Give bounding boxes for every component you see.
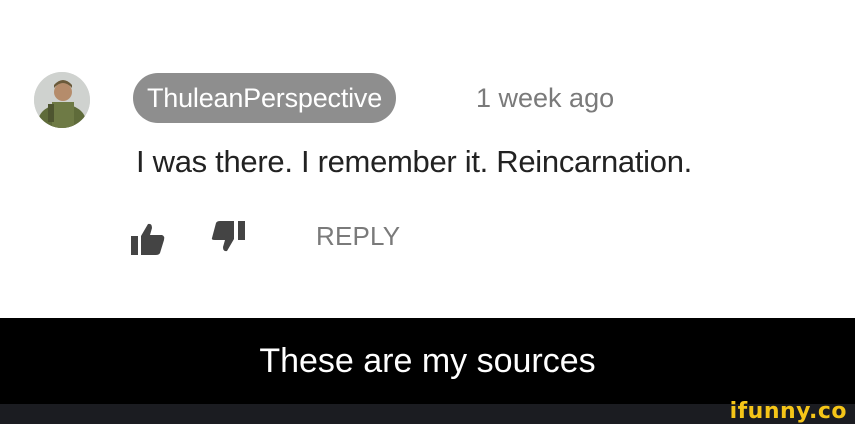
like-button[interactable] bbox=[130, 222, 166, 256]
dislike-button[interactable] bbox=[210, 218, 250, 254]
reply-button[interactable]: REPLY bbox=[316, 220, 400, 252]
thumbs-up-icon bbox=[131, 223, 165, 255]
meme-caption-band: These are my sources bbox=[0, 318, 855, 404]
comment-card: ThuleanPerspective 1 week ago I was ther… bbox=[0, 0, 855, 318]
avatar-image bbox=[34, 72, 90, 128]
comment-timestamp[interactable]: 1 week ago bbox=[476, 82, 614, 114]
meme-caption: These are my sources bbox=[259, 342, 596, 380]
ifunny-watermark: ifunny.co bbox=[729, 399, 847, 424]
author-name[interactable]: ThuleanPerspective bbox=[133, 73, 397, 123]
footer-bar: ifunny.co bbox=[0, 399, 855, 424]
avatar[interactable] bbox=[34, 72, 90, 128]
comment-text: I was there. I remember it. Reincarnatio… bbox=[136, 144, 692, 179]
thumbs-down-icon bbox=[211, 221, 245, 252]
